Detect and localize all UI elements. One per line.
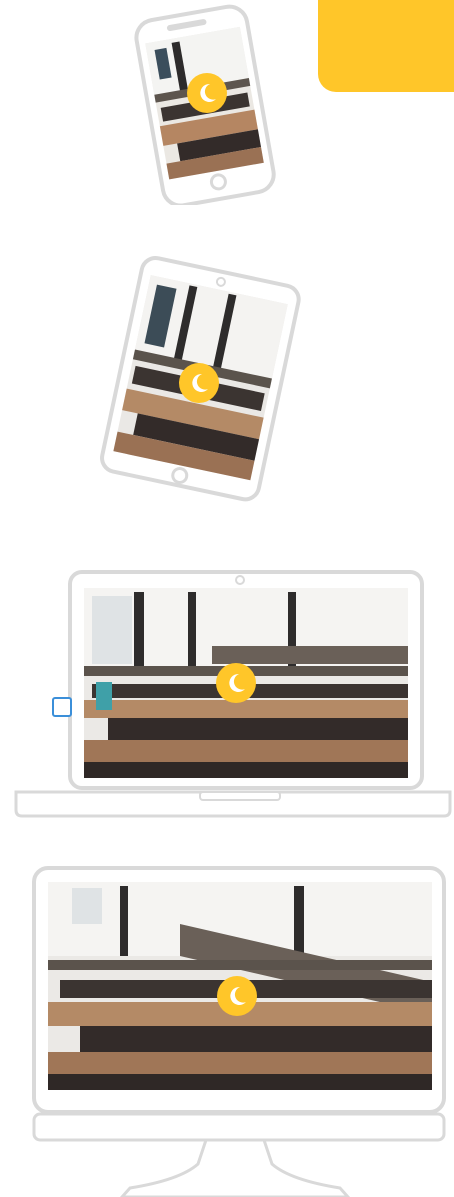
monitor-stand [119, 1138, 351, 1197]
crescent-moon-icon [200, 83, 216, 102]
crescent-moon-icon [229, 673, 245, 692]
tablet-badge [179, 363, 219, 403]
laptop-trackpad-notch [199, 791, 281, 801]
tablet-home-button [171, 467, 189, 485]
crescent-moon-icon [230, 986, 246, 1005]
phone-home-button [209, 173, 227, 191]
desktop-monitor-device [32, 866, 446, 1197]
focus-marker[interactable] [52, 697, 72, 717]
crescent-moon-icon [192, 373, 208, 392]
laptop-badge [216, 663, 256, 703]
accent-panel [318, 0, 454, 92]
phone-badge [187, 73, 227, 113]
desktop-badge [217, 976, 257, 1016]
laptop-camera [235, 575, 245, 585]
